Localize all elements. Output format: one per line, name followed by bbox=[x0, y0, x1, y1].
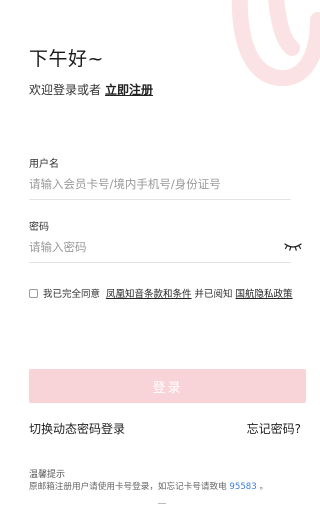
switch-dynamic-password-link[interactable]: 切换动态密码登录 bbox=[29, 420, 125, 437]
forgot-password-link[interactable]: 忘记密码? bbox=[247, 420, 301, 437]
welcome-line: 欢迎登录或者 立即注册 bbox=[29, 81, 153, 98]
agreement-checkbox[interactable] bbox=[29, 288, 38, 298]
tips-title: 温馨提示 bbox=[29, 470, 66, 480]
brand-logo-watermark bbox=[231, 0, 320, 87]
eye-closed-icon[interactable] bbox=[284, 240, 302, 252]
welcome-text: 欢迎登录或者 bbox=[29, 83, 102, 97]
tips-text: 原邮箱注册用户请使用卡号登录，如忘记卡号请致电 95583 。 bbox=[29, 480, 268, 492]
password-divider bbox=[29, 262, 291, 263]
service-phone-link[interactable]: 95583 bbox=[229, 482, 256, 492]
agreement-prefix: 我已完全同意 bbox=[43, 289, 101, 300]
bottom-indicator bbox=[158, 503, 166, 504]
greeting-title: 下午好~ bbox=[29, 48, 104, 70]
privacy-link[interactable]: 国航隐私政策 bbox=[236, 286, 293, 300]
agreement-middle: 并已阅知 bbox=[194, 289, 233, 300]
username-divider bbox=[29, 199, 291, 200]
tips-body: 原邮箱注册用户请使用卡号登录，如忘记卡号请致电 bbox=[29, 482, 227, 492]
terms-link[interactable]: 凤凰知音条款和条件 bbox=[106, 286, 192, 300]
agreement-row: 我已完全同意 凤凰知音条款和条件 并已阅知 国航隐私政策 bbox=[29, 286, 293, 300]
register-link[interactable]: 立即注册 bbox=[105, 83, 153, 97]
login-button[interactable]: 登录 bbox=[29, 369, 306, 403]
tips-end: 。 bbox=[259, 482, 269, 492]
username-input[interactable] bbox=[29, 173, 291, 195]
username-label: 用户名 bbox=[29, 159, 59, 170]
password-input[interactable] bbox=[29, 236, 269, 258]
password-label: 密码 bbox=[29, 222, 49, 233]
